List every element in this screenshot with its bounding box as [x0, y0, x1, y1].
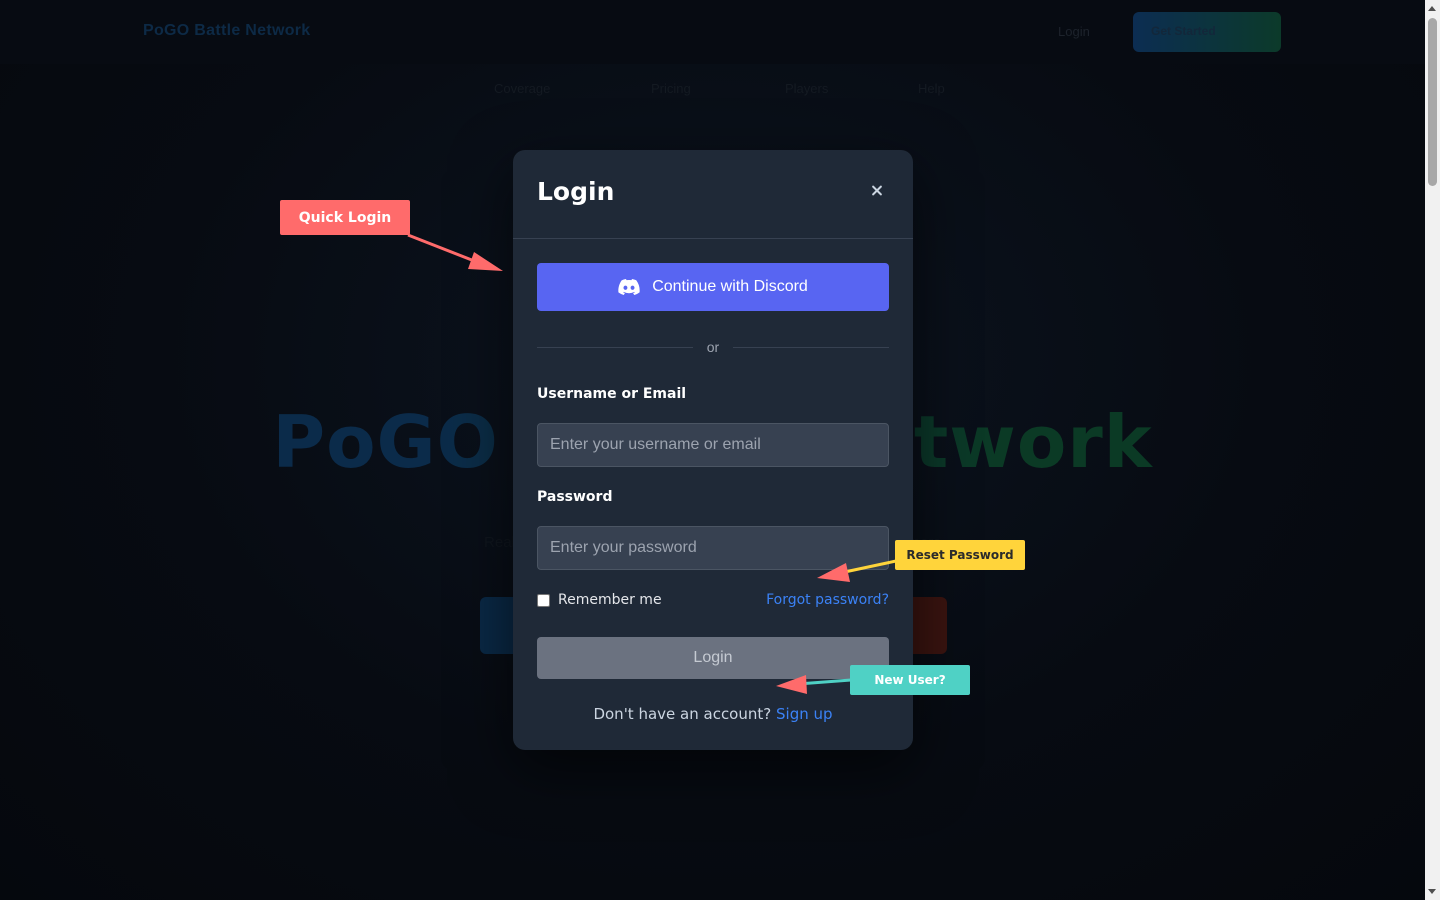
nav-item: Pricing: [651, 81, 691, 96]
login-button[interactable]: Login: [537, 637, 889, 679]
new-user-tag: New User?: [850, 665, 970, 695]
scroll-thumb[interactable]: [1428, 18, 1437, 186]
signup-link[interactable]: Sign up: [776, 705, 833, 723]
signup-prompt: Don't have an account?: [593, 705, 772, 723]
password-input[interactable]: [537, 526, 889, 570]
page-scrollbar[interactable]: [1425, 0, 1440, 900]
signup-row: Don't have an account? Sign up: [513, 705, 913, 723]
password-label: Password: [537, 489, 613, 505]
close-icon[interactable]: [869, 183, 885, 199]
remember-me-checkbox[interactable]: [537, 593, 550, 607]
nav-item: Coverage: [494, 81, 551, 96]
username-label: Username or Email: [537, 386, 687, 402]
header-cta-button: Get Started: [1133, 12, 1281, 52]
scroll-up-icon[interactable]: [1428, 6, 1436, 11]
login-modal: Login Continue with Discord or Username …: [513, 150, 913, 750]
divider-line: [733, 347, 889, 348]
site-brand: PoGO Battle Network: [143, 22, 311, 39]
quick-login-tag: Quick Login: [280, 200, 410, 235]
login-button-label: Login: [693, 649, 733, 666]
nav-item: Players: [785, 81, 829, 96]
modal-title: Login: [537, 177, 615, 206]
reset-password-tag: Reset Password: [895, 540, 1025, 570]
site-nav: Coverage Pricing Players Help: [0, 81, 1425, 101]
discord-button-label: Continue with Discord: [652, 278, 808, 295]
remember-me[interactable]: Remember me: [537, 592, 662, 608]
scroll-down-icon[interactable]: [1428, 889, 1436, 894]
modal-header: Login: [513, 150, 913, 239]
remember-me-label[interactable]: Remember me: [558, 592, 662, 608]
nav-item: Help: [918, 81, 945, 96]
or-divider: or: [537, 339, 889, 359]
forgot-password-link[interactable]: Forgot password?: [766, 592, 889, 608]
discord-icon: [618, 279, 640, 295]
header-login-link: Login: [1058, 24, 1090, 39]
username-input[interactable]: [537, 423, 889, 467]
discord-login-button[interactable]: Continue with Discord: [537, 263, 889, 311]
site-header: PoGO Battle Network Login Get Started: [0, 0, 1425, 64]
